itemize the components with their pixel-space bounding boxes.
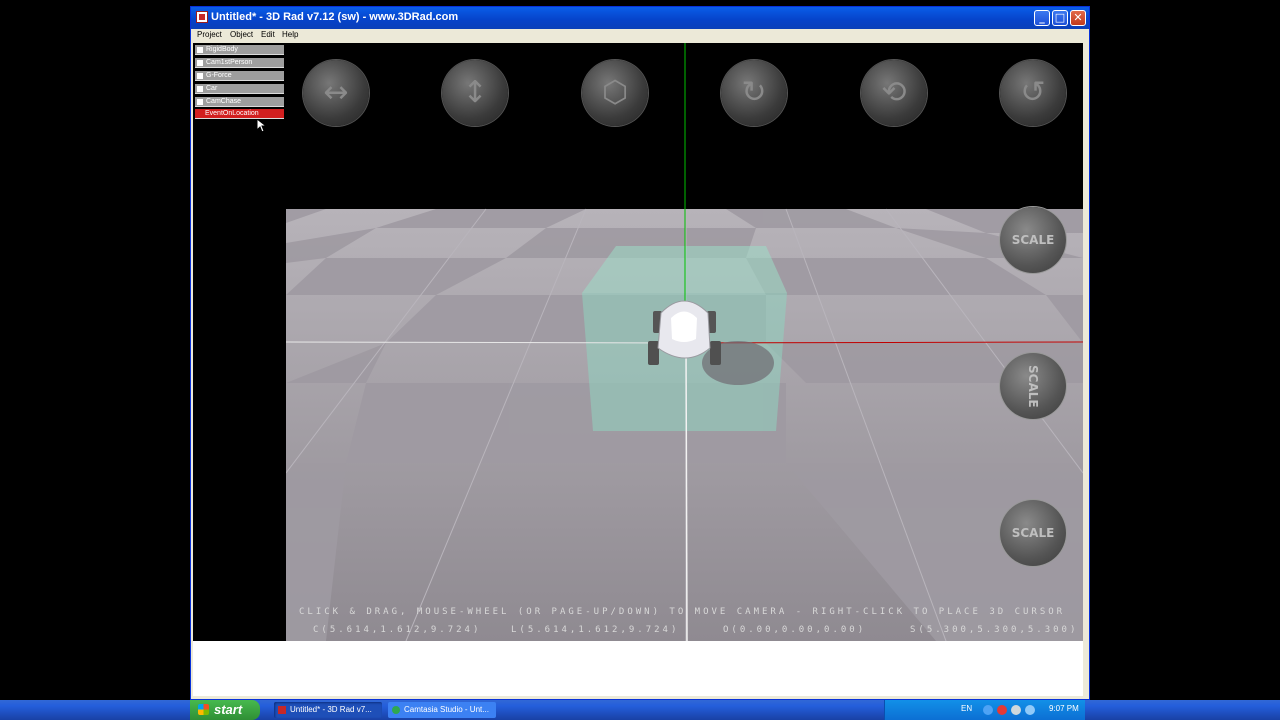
checkbox[interactable]: [197, 99, 203, 105]
object-label: CamChase: [206, 98, 242, 105]
tray-icon[interactable]: [983, 705, 993, 715]
title-bar[interactable]: Untitled* - 3D Rad v7.12 (sw) - www.3DRa…: [191, 7, 1089, 29]
scale-vertical-button[interactable]: SCALE: [1000, 353, 1066, 419]
app-window: Untitled* - 3D Rad v7.12 (sw) - www.3DRa…: [190, 6, 1090, 700]
close-button[interactable]: ✕: [1070, 10, 1086, 26]
checkbox[interactable]: [197, 60, 203, 66]
app-icon: [278, 706, 286, 714]
task-label: Camtasia Studio - Unt...: [404, 705, 489, 714]
object-label: EventOnLocation: [205, 110, 259, 117]
task-label: Untitled* - 3D Rad v7...: [290, 705, 372, 714]
task-camtasia[interactable]: Camtasia Studio - Unt...: [388, 702, 496, 718]
menu-help[interactable]: Help: [282, 30, 298, 39]
camtasia-icon: [392, 706, 400, 714]
clock[interactable]: 9:07 PM: [1049, 704, 1079, 713]
scale-depth-button[interactable]: SCALE: [1000, 500, 1066, 566]
rotate-y-icon[interactable]: ↻: [721, 60, 787, 126]
move-horizontal-icon[interactable]: ↔: [303, 60, 369, 126]
object-item-cam1stperson[interactable]: Cam1stPerson: [195, 58, 284, 68]
scale-readout: S(5.300,5.300,5.300): [910, 625, 1079, 635]
menu-edit[interactable]: Edit: [261, 30, 275, 39]
object-label: Cam1stPerson: [206, 59, 253, 66]
start-button[interactable]: start: [190, 700, 260, 720]
origin-readout: O(0.00,0.00,0.00): [723, 625, 867, 635]
window-title: Untitled* - 3D Rad v7.12 (sw) - www.3DRa…: [211, 11, 459, 23]
object-item-car[interactable]: Car: [195, 84, 284, 94]
menu-object[interactable]: Object: [230, 30, 253, 39]
object-label: Car: [206, 85, 218, 92]
3d-viewport[interactable]: ↔ ↕ ⬡ ↻ ⟲ ↺ SCALE SCALE SCALE CLICK & DR…: [286, 43, 1083, 641]
mouse-cursor-icon: [257, 119, 267, 133]
checkbox[interactable]: [197, 47, 203, 53]
maximize-button[interactable]: □: [1052, 10, 1068, 26]
client-area: RigidBody Cam1stPerson G-Force Car CamCh…: [193, 43, 1083, 641]
z-axis-line: [685, 342, 688, 641]
move-vertical-icon[interactable]: ↕: [442, 60, 508, 126]
scale-horizontal-button[interactable]: SCALE: [1000, 207, 1066, 273]
rotate-z-icon[interactable]: ↺: [1000, 60, 1066, 126]
object-label: RigidBody: [206, 46, 238, 53]
language-indicator[interactable]: EN: [961, 704, 972, 713]
object-label: G-Force: [206, 72, 232, 79]
object-item-rigidbody[interactable]: RigidBody: [195, 45, 284, 55]
status-area: [193, 641, 1083, 696]
move-depth-icon[interactable]: ⬡: [582, 60, 648, 126]
system-tray: EN 9:07 PM: [884, 700, 1085, 720]
scene-view[interactable]: [286, 43, 1083, 641]
app-icon: [196, 11, 208, 23]
task-3drad[interactable]: Untitled* - 3D Rad v7...: [274, 702, 382, 718]
start-label: start: [214, 702, 243, 717]
checkbox[interactable]: [197, 73, 203, 79]
object-item-eventonlocation[interactable]: EventOnLocation: [195, 109, 284, 119]
tray-icon[interactable]: [997, 705, 1007, 715]
windows-logo-icon: [198, 704, 209, 715]
look-at-readout: L(5.614,1.612,9.724): [511, 625, 680, 635]
menu-project[interactable]: Project: [197, 30, 222, 39]
object-item-camchase[interactable]: CamChase: [195, 97, 284, 107]
camera-position-readout: C(5.614,1.612,9.724): [313, 625, 482, 635]
tray-icon[interactable]: [1011, 705, 1021, 715]
checkbox[interactable]: [197, 86, 203, 92]
camera-help-text: CLICK & DRAG, MOUSE-WHEEL (OR PAGE-UP/DO…: [299, 607, 1066, 617]
taskbar: start Untitled* - 3D Rad v7... Camtasia …: [0, 700, 1280, 720]
rotate-x-icon[interactable]: ⟲: [861, 60, 927, 126]
menu-bar: Project Object Edit Help: [191, 29, 1089, 43]
tray-icon[interactable]: [1025, 705, 1035, 715]
minimize-button[interactable]: _: [1034, 10, 1050, 26]
object-item-g-force[interactable]: G-Force: [195, 71, 284, 81]
